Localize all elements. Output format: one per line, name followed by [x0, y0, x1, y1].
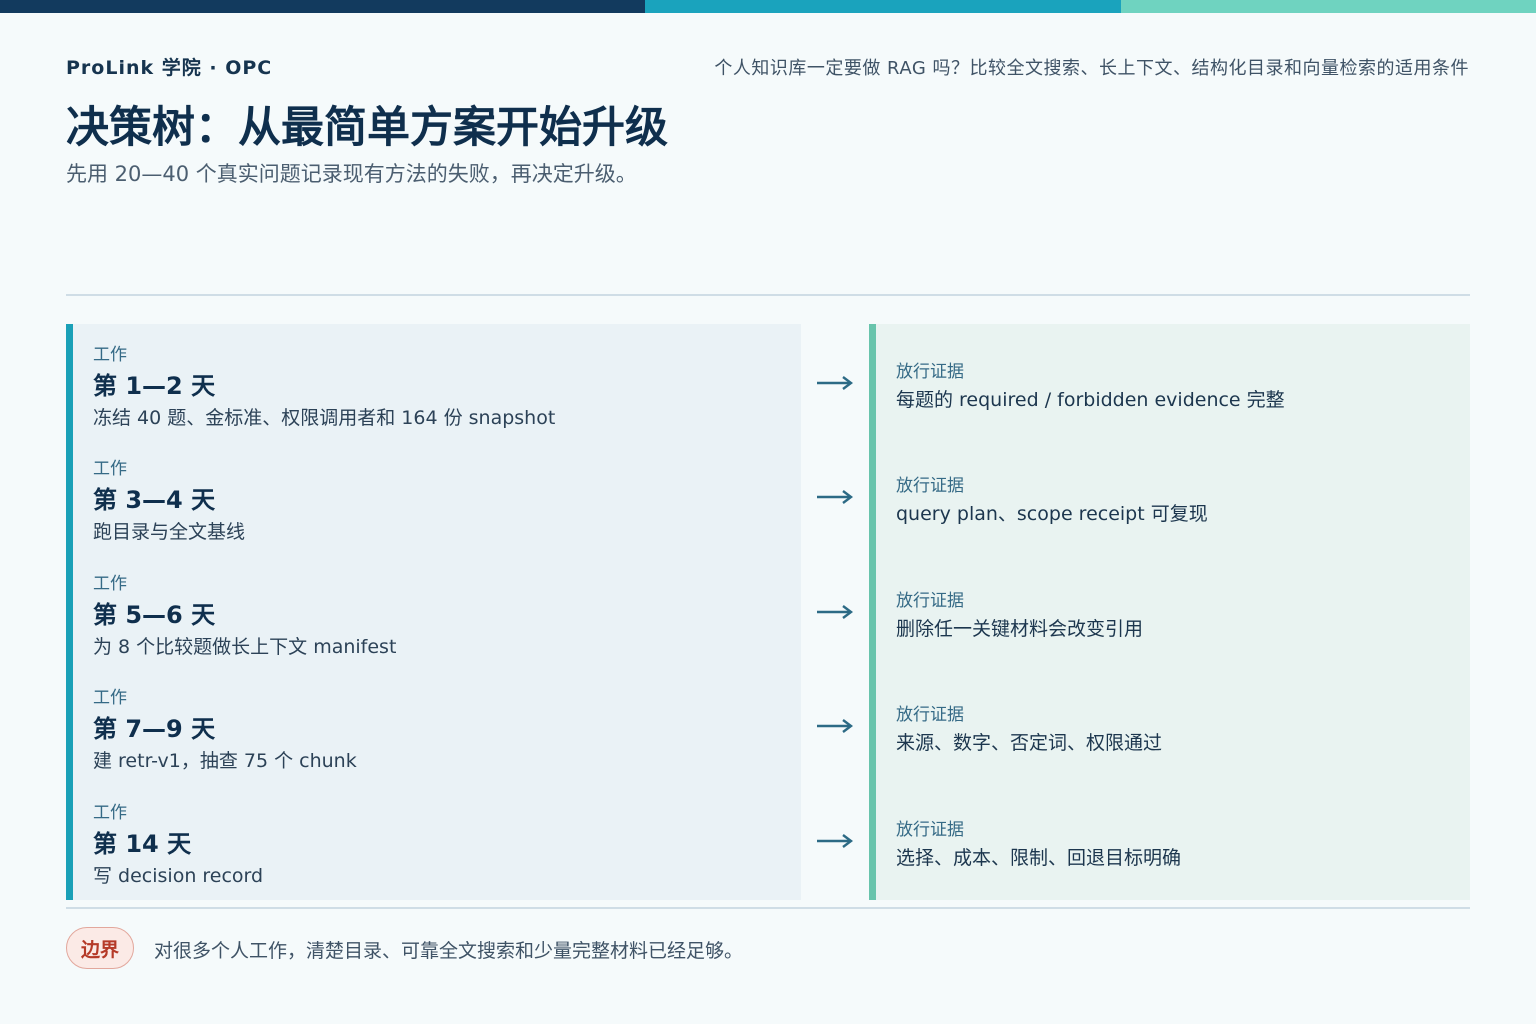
work-panel: 工作 第 1—2 天 冻结 40 题、金标准、权限调用者和 164 份 snap…: [66, 324, 801, 900]
evidence-item: 放行证据 选择、成本、限制、回退目标明确: [876, 782, 1470, 896]
arrow-right-icon: [817, 834, 853, 848]
work-step: 工作 第 5—6 天 为 8 个比较题做长上下文 manifest: [73, 553, 801, 667]
top-color-bar: [0, 0, 1536, 13]
page-title: 决策树：从最简单方案开始升级: [66, 103, 668, 153]
top-bar-segment-navy: [0, 0, 645, 13]
work-day-title: 第 5—6 天: [93, 601, 216, 629]
series-topic: 个人知识库一定要做 RAG 吗？比较全文搜索、长上下文、结构化目录和向量检索的适…: [714, 58, 1469, 79]
work-description: 冻结 40 题、金标准、权限调用者和 164 份 snapshot: [93, 407, 556, 429]
page-subtitle: 先用 20—40 个真实问题记录现有方法的失败，再决定升级。: [66, 162, 637, 186]
evidence-item: 放行证据 query plan、scope receipt 可复现: [876, 438, 1470, 552]
arrow-right-icon: [817, 719, 853, 733]
work-step: 工作 第 14 天 写 decision record: [73, 782, 801, 896]
work-day-title: 第 7—9 天: [93, 715, 216, 743]
work-description: 跑目录与全文基线: [93, 521, 246, 543]
top-bar-segment-teal: [645, 0, 1121, 13]
evidence-text: 选择、成本、限制、回退目标明确: [896, 847, 1182, 869]
evidence-item: 放行证据 删除任一关键材料会改变引用: [876, 553, 1470, 667]
brand-label: ProLink 学院 · OPC: [66, 57, 273, 79]
evidence-tag: 放行证据: [896, 705, 964, 725]
evidence-item: 放行证据 来源、数字、否定词、权限通过: [876, 667, 1470, 781]
boundary-badge: 边界: [66, 927, 134, 969]
evidence-tag: 放行证据: [896, 362, 964, 382]
top-bar-segment-mint: [1121, 0, 1536, 13]
evidence-item: 放行证据 每题的 required / forbidden evidence 完…: [876, 324, 1470, 438]
evidence-text: 每题的 required / forbidden evidence 完整: [896, 389, 1285, 411]
evidence-text: query plan、scope receipt 可复现: [896, 503, 1208, 525]
work-tag: 工作: [93, 574, 127, 594]
top-divider: [66, 294, 1470, 296]
evidence-tag: 放行证据: [896, 476, 964, 496]
arrow-right-icon: [817, 490, 853, 504]
work-description: 为 8 个比较题做长上下文 manifest: [93, 636, 397, 658]
work-day-title: 第 14 天: [93, 830, 192, 858]
work-tag: 工作: [93, 459, 127, 479]
arrow-right-icon: [817, 376, 853, 390]
arrow-right-icon: [817, 605, 853, 619]
work-day-title: 第 1—2 天: [93, 372, 216, 400]
evidence-tag: 放行证据: [896, 591, 964, 611]
work-step: 工作 第 1—2 天 冻结 40 题、金标准、权限调用者和 164 份 snap…: [73, 324, 801, 438]
work-step: 工作 第 3—4 天 跑目录与全文基线: [73, 438, 801, 552]
evidence-panel: 放行证据 每题的 required / forbidden evidence 完…: [869, 324, 1470, 900]
work-description: 写 decision record: [93, 865, 264, 887]
work-tag: 工作: [93, 688, 127, 708]
evidence-text: 删除任一关键材料会改变引用: [896, 618, 1144, 640]
work-description: 建 retr-v1，抽查 75 个 chunk: [93, 750, 357, 772]
evidence-text: 来源、数字、否定词、权限通过: [896, 732, 1163, 754]
work-tag: 工作: [93, 803, 127, 823]
work-day-title: 第 3—4 天: [93, 486, 216, 514]
evidence-tag: 放行证据: [896, 820, 964, 840]
boundary-note: 对很多个人工作，清楚目录、可靠全文搜索和少量完整材料已经足够。: [154, 940, 744, 962]
bottom-divider: [66, 907, 1470, 909]
work-tag: 工作: [93, 345, 127, 365]
work-step: 工作 第 7—9 天 建 retr-v1，抽查 75 个 chunk: [73, 667, 801, 781]
